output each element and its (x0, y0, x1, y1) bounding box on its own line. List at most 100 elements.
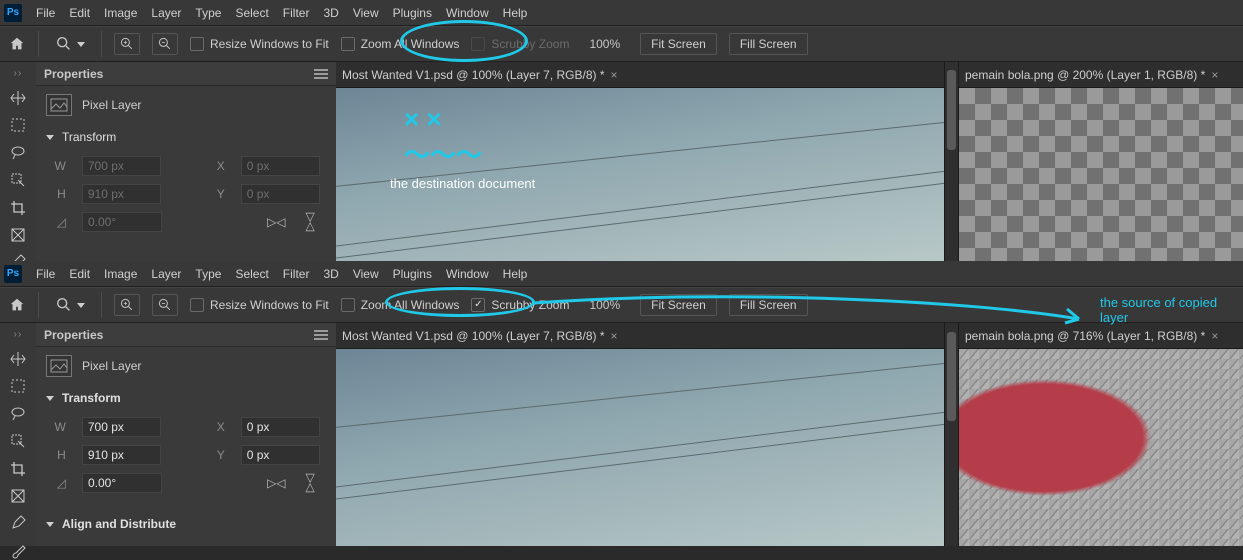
scrubby-zoom-label: Scrubby Zoom (491, 37, 569, 51)
menu-view[interactable]: View (353, 6, 379, 20)
menu-window[interactable]: Window (446, 267, 489, 281)
marquee-tool-icon[interactable] (6, 117, 30, 133)
zoom-out-button[interactable] (152, 33, 178, 55)
vertical-scrollbar[interactable] (944, 62, 958, 261)
input-angle[interactable]: 0.00° (82, 212, 162, 232)
document-tab-title[interactable]: pemain bola.png @ 716% (Layer 1, RGB/8) … (965, 329, 1205, 343)
zoom-all-label: Zoom All Windows (361, 37, 460, 51)
menu-plugins[interactable]: Plugins (393, 267, 432, 281)
menu-edit[interactable]: Edit (69, 6, 90, 20)
menu-3d[interactable]: 3D (323, 267, 338, 281)
flip-horizontal-icon[interactable]: ▷◁ (267, 476, 285, 490)
fit-screen-button[interactable]: Fit Screen (640, 33, 717, 55)
align-section-header[interactable]: Align and Distribute (36, 511, 336, 537)
marquee-tool-icon[interactable] (6, 378, 30, 394)
fill-screen-button[interactable]: Fill Screen (729, 33, 808, 55)
scrollbar-thumb[interactable] (947, 332, 956, 421)
input-x[interactable]: 0 px (241, 156, 320, 176)
menu-layer[interactable]: Layer (151, 6, 181, 20)
input-angle[interactable]: 0.00° (82, 473, 162, 493)
document-tab-title[interactable]: pemain bola.png @ 200% (Layer 1, RGB/8) … (965, 68, 1205, 82)
resize-windows-checkbox[interactable]: Resize Windows to Fit (190, 298, 329, 312)
transform-section-header[interactable]: Transform (36, 124, 336, 150)
frame-tool-icon[interactable] (6, 488, 30, 504)
lasso-tool-icon[interactable] (6, 404, 30, 422)
toolbar-grip-icon[interactable]: ›› (14, 329, 23, 340)
panel-menu-icon[interactable] (314, 330, 328, 340)
zoom-all-windows-checkbox[interactable]: Zoom All Windows (341, 37, 460, 51)
quick-select-tool-icon[interactable] (6, 432, 30, 450)
zoom-out-button[interactable] (152, 294, 178, 316)
label-w: W (52, 159, 66, 173)
menu-view[interactable]: View (353, 267, 379, 281)
input-width[interactable]: 700 px (82, 417, 161, 437)
menu-file[interactable]: File (36, 267, 55, 281)
zoom-percent[interactable]: 100% (581, 37, 628, 51)
input-height[interactable]: 910 px (82, 184, 161, 204)
align-title: Align and Distribute (62, 517, 176, 531)
close-icon[interactable]: × (1211, 329, 1218, 343)
input-width[interactable]: 700 px (82, 156, 161, 176)
vertical-scrollbar[interactable] (944, 323, 958, 546)
close-icon[interactable]: × (611, 68, 618, 82)
zoom-in-button[interactable] (114, 294, 140, 316)
fill-screen-button[interactable]: Fill Screen (729, 294, 808, 316)
transform-section-header[interactable]: Transform (36, 385, 336, 411)
move-tool-icon[interactable] (6, 350, 30, 368)
menu-layer[interactable]: Layer (151, 267, 181, 281)
menu-3d[interactable]: 3D (323, 6, 338, 20)
menu-file[interactable]: File (36, 6, 55, 20)
document-canvas-checker[interactable] (959, 88, 1243, 261)
layer-type-row: Pixel Layer (36, 86, 336, 124)
menu-select[interactable]: Select (235, 6, 268, 20)
menu-filter[interactable]: Filter (283, 6, 310, 20)
home-icon[interactable] (8, 35, 26, 53)
toolbar-grip-icon[interactable]: ›› (14, 68, 23, 79)
input-y[interactable]: 0 px (241, 184, 320, 204)
document-canvas-destination[interactable] (336, 349, 944, 546)
menu-image[interactable]: Image (104, 6, 137, 20)
resize-windows-checkbox[interactable]: Resize Windows to Fit (190, 37, 329, 51)
scrollbar-thumb[interactable] (947, 70, 956, 150)
flip-vertical-icon[interactable]: ▷◁ (304, 213, 318, 231)
document-tab-title[interactable]: Most Wanted V1.psd @ 100% (Layer 7, RGB/… (342, 68, 605, 82)
scrubby-zoom-checkbox[interactable]: Scrubby Zoom (471, 298, 569, 312)
menu-plugins[interactable]: Plugins (393, 6, 432, 20)
fit-screen-button[interactable]: Fit Screen (640, 294, 717, 316)
menu-filter[interactable]: Filter (283, 267, 310, 281)
zoom-in-button[interactable] (114, 33, 140, 55)
brush-tool-icon[interactable] (6, 542, 30, 560)
eyedropper-tool-icon[interactable] (6, 514, 30, 532)
zoom-tool-dropdown[interactable] (51, 33, 89, 55)
menu-help[interactable]: Help (503, 6, 528, 20)
crop-tool-icon[interactable] (6, 199, 30, 217)
home-icon[interactable] (8, 296, 26, 314)
close-icon[interactable]: × (611, 329, 618, 343)
zoom-tool-dropdown[interactable] (51, 294, 89, 316)
input-height[interactable]: 910 px (82, 445, 161, 465)
flip-vertical-icon[interactable]: ▷◁ (304, 474, 318, 492)
quick-select-tool-icon[interactable] (6, 171, 30, 189)
menu-image[interactable]: Image (104, 267, 137, 281)
input-x[interactable]: 0 px (241, 417, 320, 437)
menu-type[interactable]: Type (195, 6, 221, 20)
layer-type-label: Pixel Layer (82, 98, 141, 112)
input-y[interactable]: 0 px (241, 445, 320, 465)
move-tool-icon[interactable] (6, 89, 30, 107)
zoom-percent[interactable]: 100% (581, 298, 628, 312)
crop-tool-icon[interactable] (6, 460, 30, 478)
menu-window[interactable]: Window (446, 6, 489, 20)
menu-type[interactable]: Type (195, 267, 221, 281)
lasso-tool-icon[interactable] (6, 143, 30, 161)
menu-help[interactable]: Help (503, 267, 528, 281)
menu-select[interactable]: Select (235, 267, 268, 281)
menu-edit[interactable]: Edit (69, 267, 90, 281)
flip-horizontal-icon[interactable]: ▷◁ (267, 215, 285, 229)
zoom-all-windows-checkbox[interactable]: Zoom All Windows (341, 298, 460, 312)
document-canvas-destination[interactable]: the destination document × ×～～～ (336, 88, 944, 261)
frame-tool-icon[interactable] (6, 227, 30, 243)
panel-menu-icon[interactable] (314, 69, 328, 79)
document-canvas-source[interactable] (959, 349, 1243, 546)
close-icon[interactable]: × (1211, 68, 1218, 82)
document-tab-title[interactable]: Most Wanted V1.psd @ 100% (Layer 7, RGB/… (342, 329, 605, 343)
